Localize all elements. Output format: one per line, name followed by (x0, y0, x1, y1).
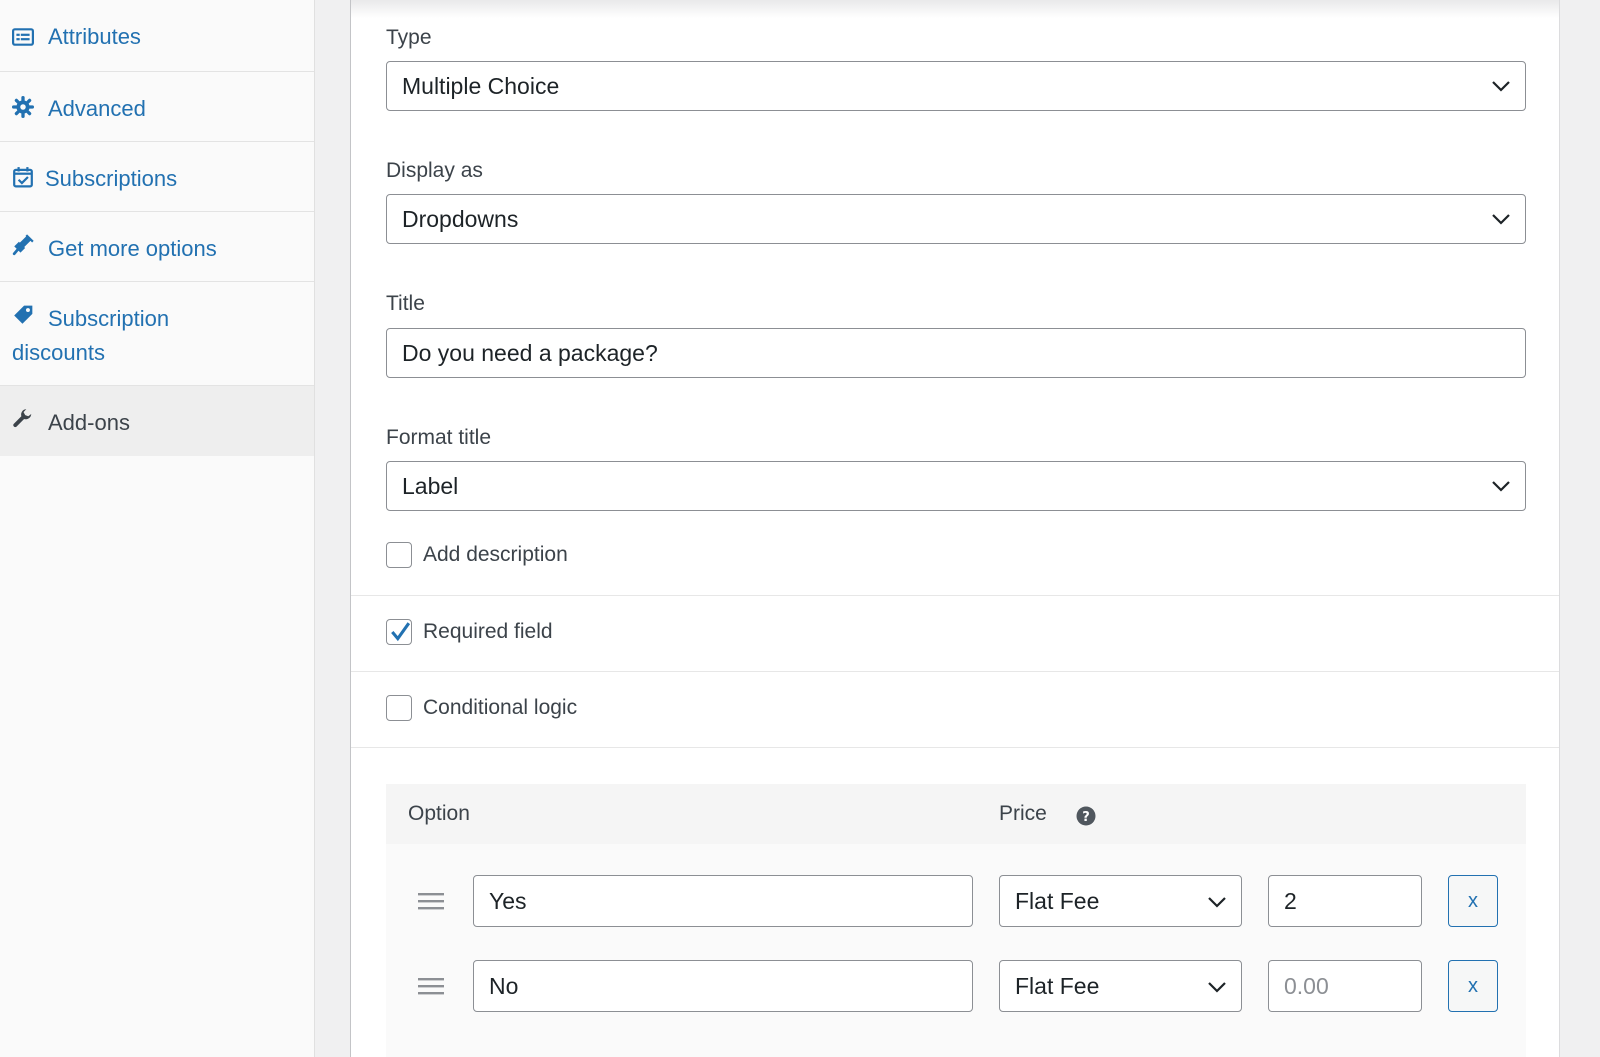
option-label-value: Yes (489, 888, 527, 914)
chevron-down-icon (1492, 214, 1510, 225)
option-label-input[interactable]: Yes (473, 875, 973, 927)
divider (351, 671, 1559, 672)
table-row: No Flat Fee 0.00 x (386, 960, 1526, 1012)
sidebar-item-label: Subscription (48, 306, 170, 331)
display-as-select-value: Dropdowns (402, 206, 519, 232)
sidebar-item-subscription-discounts[interactable]: Subscription discounts (0, 282, 314, 386)
price-column-header: Price (999, 802, 1047, 825)
display-as-label: Display as (386, 159, 483, 182)
title-input[interactable]: Do you need a package? (386, 328, 1526, 378)
type-label: Type (386, 26, 432, 49)
gear-icon (12, 96, 34, 118)
table-row: Yes Flat Fee 2 x (386, 875, 1526, 927)
chevron-down-icon (1492, 81, 1510, 92)
type-select-value: Multiple Choice (402, 73, 560, 99)
sidebar-item-label: Advanced (48, 96, 146, 121)
top-shadow (351, 0, 1559, 18)
help-icon[interactable]: ? (1076, 806, 1096, 826)
product-data-tabs: Attributes Advanced Subscriptions Get mo… (0, 0, 315, 1057)
required-field-label: Required field (423, 620, 553, 643)
format-title-label: Format title (386, 426, 492, 449)
option-label-input[interactable]: No (473, 960, 973, 1012)
divider (351, 595, 1559, 596)
sidebar-item-label: Get more options (48, 236, 217, 261)
list-view-icon (12, 28, 34, 46)
drag-handle-icon[interactable] (418, 977, 444, 995)
price-type-select[interactable]: Flat Fee (999, 960, 1242, 1012)
remove-option-button[interactable]: x (1448, 960, 1498, 1012)
divider (351, 747, 1559, 748)
drag-handle-icon[interactable] (418, 892, 444, 910)
remove-option-button[interactable]: x (1448, 875, 1498, 927)
conditional-logic-checkbox[interactable] (386, 695, 412, 721)
price-type-value: Flat Fee (1015, 888, 1100, 914)
plugin-icon (12, 234, 34, 256)
options-table-body: Yes Flat Fee 2 x No Flat Fee 0.00 x (386, 844, 1526, 1057)
sidebar-item-advanced[interactable]: Advanced (0, 72, 314, 142)
sidebar-item-attributes[interactable]: Attributes (0, 0, 314, 72)
chevron-down-icon (1208, 897, 1226, 908)
conditional-logic-label: Conditional logic (423, 696, 578, 719)
sidebar-item-add-ons[interactable]: Add-ons (0, 386, 314, 456)
chevron-down-icon (1208, 982, 1226, 993)
format-title-select[interactable]: Label (386, 461, 1526, 511)
price-type-select[interactable]: Flat Fee (999, 875, 1242, 927)
options-table-header: Option Price ? (386, 784, 1526, 844)
type-select[interactable]: Multiple Choice (386, 61, 1526, 111)
title-label: Title (386, 292, 425, 315)
add-description-checkbox[interactable] (386, 542, 412, 568)
display-as-select[interactable]: Dropdowns (386, 194, 1526, 244)
sidebar-item-label: Add-ons (48, 410, 130, 435)
sidebar-item-label-continued: discounts (12, 340, 105, 365)
svg-text:?: ? (1082, 810, 1090, 825)
required-field-checkbox[interactable] (386, 619, 412, 645)
price-placeholder: 0.00 (1284, 973, 1329, 999)
add-description-label: Add description (423, 543, 568, 566)
price-value: 2 (1284, 888, 1297, 914)
price-input[interactable]: 0.00 (1268, 960, 1422, 1012)
price-input[interactable]: 2 (1268, 875, 1422, 927)
sidebar-item-get-more-options[interactable]: Get more options (0, 212, 314, 282)
sidebar-item-subscriptions[interactable]: Subscriptions (0, 142, 314, 212)
sidebar-item-label: Attributes (48, 24, 141, 49)
title-input-value: Do you need a package? (402, 340, 658, 366)
checkmark-icon (391, 622, 411, 642)
chevron-down-icon (1492, 481, 1510, 492)
price-type-value: Flat Fee (1015, 973, 1100, 999)
option-label-value: No (489, 973, 519, 999)
tag-icon (14, 305, 33, 324)
option-column-header: Option (408, 802, 470, 825)
calendar-check-icon (13, 167, 33, 188)
sidebar-item-label: Subscriptions (45, 166, 178, 191)
wrench-icon (13, 409, 32, 428)
format-title-select-value: Label (402, 473, 459, 499)
addon-settings-panel: Type Multiple Choice Display as Dropdown… (350, 0, 1560, 1057)
